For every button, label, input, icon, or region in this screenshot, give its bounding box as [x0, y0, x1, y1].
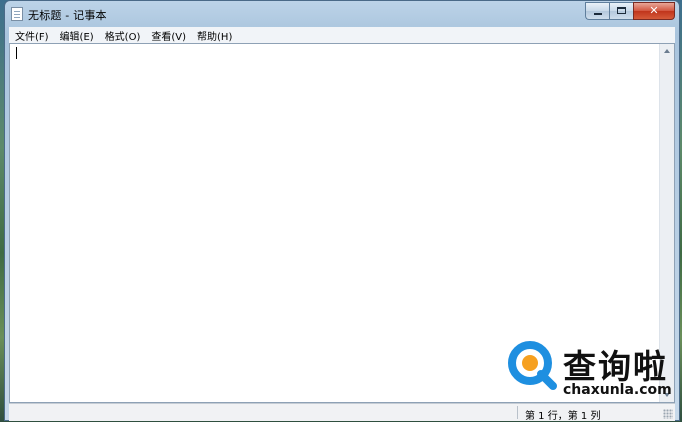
- menu-bar: 文件(F) 编辑(E) 格式(O) 查看(V) 帮助(H): [9, 27, 675, 44]
- minimize-icon: [594, 13, 602, 15]
- menu-help[interactable]: 帮助(H): [197, 28, 232, 43]
- minimize-button[interactable]: [585, 2, 609, 20]
- menu-format[interactable]: 格式(O): [105, 28, 141, 43]
- watermark: 查询啦 chaxunla.com: [505, 336, 680, 404]
- status-divider: [517, 406, 518, 419]
- menu-edit[interactable]: 编辑(E): [60, 28, 94, 43]
- maximize-button[interactable]: [609, 2, 633, 20]
- close-button[interactable]: ✕: [633, 2, 675, 20]
- scroll-up-icon[interactable]: [660, 44, 674, 58]
- watermark-chinese: 查询啦: [563, 347, 668, 386]
- watermark-domain: chaxunla.com: [563, 382, 672, 398]
- notepad-icon[interactable]: [11, 7, 23, 21]
- window-title: 无标题 - 记事本: [28, 9, 107, 22]
- cursor-position: 第 1 行，第 1 列: [525, 411, 601, 422]
- menu-view[interactable]: 查看(V): [151, 28, 186, 43]
- title-bar[interactable]: 无标题 - 记事本 ✕: [5, 1, 679, 27]
- maximize-icon: [617, 7, 626, 14]
- status-bar: 第 1 行，第 1 列: [9, 403, 675, 422]
- window-controls: ✕: [585, 2, 675, 20]
- close-icon: ✕: [649, 4, 659, 17]
- resize-grip-icon[interactable]: [663, 409, 673, 419]
- text-caret: [16, 47, 17, 59]
- magnifier-logo-icon: [508, 341, 557, 390]
- menu-file[interactable]: 文件(F): [15, 28, 49, 43]
